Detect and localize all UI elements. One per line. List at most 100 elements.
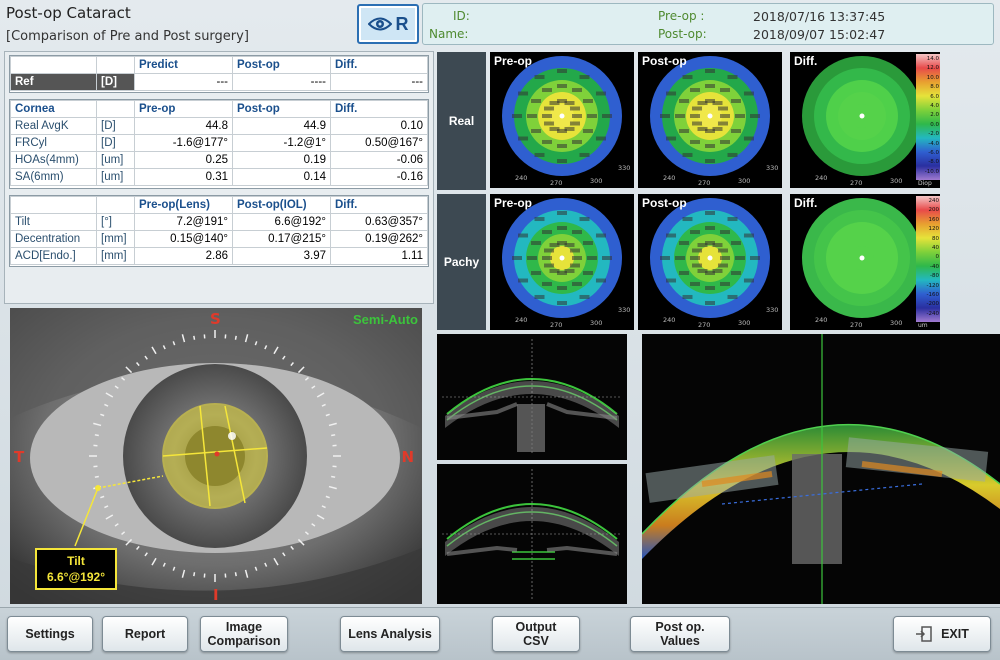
row-pre: 0.15@140° bbox=[134, 230, 233, 248]
map-value-marker bbox=[679, 129, 690, 133]
ref-row-unit: [D] bbox=[96, 73, 135, 91]
map-cell-real-diff[interactable]: 240270300330Diff.14.012.010.08.06.04.02.… bbox=[790, 52, 940, 188]
map-value-marker bbox=[690, 114, 700, 118]
color-scale-label: 200 bbox=[928, 207, 940, 214]
color-scale-label: -6.0 bbox=[928, 150, 939, 156]
ref-header-name bbox=[10, 56, 97, 74]
map-value-marker bbox=[582, 99, 593, 103]
row-post: 0.17@215° bbox=[232, 230, 331, 248]
eye-side-button[interactable]: R bbox=[357, 4, 419, 44]
preop-label: Pre-op : bbox=[658, 9, 705, 23]
lens-header-name bbox=[10, 196, 97, 214]
map-angle-label: 270 bbox=[850, 179, 862, 187]
exit-button[interactable]: EXIT bbox=[893, 616, 991, 652]
map-angle-label: 270 bbox=[698, 321, 710, 329]
row-pre: 7.2@191° bbox=[134, 213, 233, 231]
map-value-marker bbox=[705, 301, 715, 305]
map-value-marker bbox=[697, 126, 708, 131]
map-value-marker bbox=[579, 294, 590, 299]
map-value-marker bbox=[512, 256, 522, 260]
map-value-marker bbox=[712, 101, 723, 106]
row-post: 44.9 bbox=[232, 117, 331, 135]
map-value-marker bbox=[534, 217, 545, 222]
row-diff: -0.16 bbox=[330, 168, 428, 186]
oct-scan-enlarged[interactable] bbox=[642, 334, 1000, 604]
map-value-marker bbox=[666, 91, 677, 96]
map-value-marker bbox=[564, 243, 575, 248]
map-cell-real-preop[interactable]: 240 270 300 330 Pre-op bbox=[490, 52, 634, 188]
cornea-table: Cornea Pre-op Post-op Diff. Real AvgK [D… bbox=[9, 99, 429, 189]
eye-side-label: R bbox=[395, 13, 409, 34]
map-angle-label: 270 bbox=[698, 179, 710, 187]
color-scale-label: -160 bbox=[926, 292, 939, 298]
map-value-marker bbox=[579, 75, 590, 80]
direction-superior: S bbox=[210, 310, 221, 328]
lens-header-unit bbox=[96, 196, 135, 214]
map-cell-pachy-preop[interactable]: 240 270 300 330 Pre-op bbox=[490, 194, 634, 330]
map-value-marker bbox=[518, 136, 529, 141]
map-value-marker bbox=[692, 248, 703, 253]
map-value-marker bbox=[730, 271, 741, 275]
image-comparison-button[interactable]: Image Comparison bbox=[200, 616, 288, 652]
row-unit: [um] bbox=[96, 151, 135, 169]
ring-tick bbox=[234, 572, 237, 577]
map-value-marker bbox=[569, 248, 580, 253]
map-value-marker bbox=[660, 256, 670, 260]
settings-button[interactable]: Settings bbox=[7, 616, 93, 652]
map-title: Diff. bbox=[794, 196, 818, 210]
map-value-marker bbox=[544, 248, 555, 253]
preop-date: 2018/07/16 13:37:45 bbox=[753, 9, 886, 24]
map-value-marker bbox=[572, 139, 582, 144]
map-angle-label: 270 bbox=[550, 321, 562, 329]
map-cell-pachy-postop[interactable]: 240 270 300 330 Post-op bbox=[638, 194, 782, 330]
map-value-marker bbox=[690, 230, 700, 235]
eye-image-panel[interactable]: Semi-Auto S I T N Tilt 6.6°@192° bbox=[10, 308, 422, 604]
map-value-marker bbox=[542, 88, 552, 93]
map-value-marker bbox=[750, 114, 760, 118]
map-value-marker bbox=[730, 129, 741, 133]
map-value-marker bbox=[750, 256, 760, 260]
row-post: 3.97 bbox=[232, 247, 331, 265]
row-pre: 2.86 bbox=[134, 247, 233, 265]
map-angle-label: 240 bbox=[815, 316, 827, 324]
map-value-marker bbox=[572, 230, 582, 235]
output-csv-label-1: Output bbox=[515, 620, 557, 634]
report-button[interactable]: Report bbox=[102, 616, 188, 652]
table-row: Real AvgK [D] 44.8 44.9 0.10 bbox=[10, 117, 428, 135]
map-center-marker bbox=[707, 255, 713, 261]
oct-scan-horizontal[interactable] bbox=[437, 334, 627, 460]
map-value-marker bbox=[679, 241, 690, 245]
color-scale-unit: um bbox=[918, 322, 928, 329]
cornea-header-title: Cornea bbox=[10, 100, 97, 118]
map-value-marker bbox=[595, 136, 606, 141]
map-value-marker bbox=[544, 263, 555, 268]
map-value-marker bbox=[717, 121, 728, 126]
map-value-marker bbox=[682, 75, 693, 80]
map-cell-real-postop[interactable]: 240 270 300 330 Post-op bbox=[638, 52, 782, 188]
map-angle-label: 240 bbox=[815, 174, 827, 182]
map-value-marker bbox=[697, 268, 708, 273]
row-label-pachy: Pachy bbox=[437, 194, 486, 330]
map-value-marker bbox=[527, 114, 537, 118]
lens-analysis-button[interactable]: Lens Analysis bbox=[340, 616, 440, 652]
table-row: FRCyl [D] -1.6@177° -1.2@1° 0.50@167° bbox=[10, 134, 428, 152]
color-scale-label: 0.0 bbox=[930, 121, 939, 128]
map-value-marker bbox=[705, 144, 715, 148]
map-cell-pachy-diff[interactable]: 240270300330Diff.24020016012080400-40-80… bbox=[790, 194, 940, 330]
map-center-marker bbox=[859, 255, 865, 261]
ring-tick bbox=[94, 434, 99, 437]
oct-scan-vertical[interactable] bbox=[437, 464, 627, 604]
postop-values-button[interactable]: Post op. Values bbox=[630, 616, 730, 652]
map-value-marker bbox=[582, 129, 593, 133]
ref-postop-value: ---- bbox=[232, 73, 331, 91]
color-scale-label: -80 bbox=[930, 273, 939, 280]
ref-header-unit bbox=[96, 56, 135, 74]
ref-header-predict: Predict bbox=[134, 56, 233, 74]
map-value-marker bbox=[534, 152, 545, 157]
output-csv-button[interactable]: Output CSV bbox=[492, 616, 580, 652]
ring-tick bbox=[193, 335, 196, 340]
exit-label: EXIT bbox=[941, 627, 969, 641]
map-value-marker bbox=[534, 75, 545, 80]
row-pre: -1.6@177° bbox=[134, 134, 233, 152]
mode-label: Semi-Auto bbox=[353, 312, 418, 327]
